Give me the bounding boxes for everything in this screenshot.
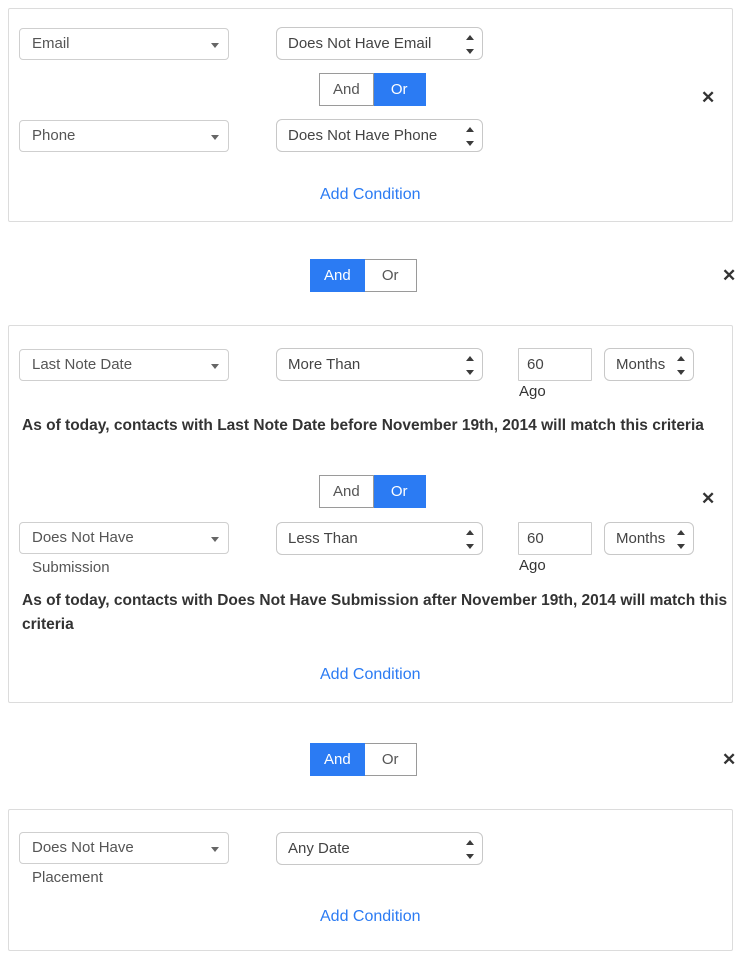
group-join-or-option-2[interactable]: Or	[364, 743, 417, 776]
operator-select-placement-value: Any Date	[288, 840, 350, 857]
amount-input-last-note-date[interactable]: 60	[518, 348, 592, 381]
group-join-and-option-2[interactable]: And	[310, 743, 365, 776]
add-condition-link-group-2[interactable]: Add Condition	[320, 666, 421, 684]
condition-group-1: Email Does Not Have Email And Or Phone D…	[8, 8, 733, 222]
inner-join-and-option-group-1[interactable]: And	[319, 73, 374, 106]
operator-select-submission-value: Less Than	[288, 530, 358, 547]
chevron-down-icon	[211, 135, 219, 140]
unit-select-submission-value: Months	[616, 530, 666, 547]
inner-join-toggle-group-1[interactable]: And Or	[319, 73, 426, 106]
group-join-and-option-1[interactable]: And	[310, 259, 365, 292]
add-condition-link-group-3[interactable]: Add Condition	[320, 908, 421, 926]
spinner-arrows-icon	[466, 127, 475, 146]
operator-select-email[interactable]: Does Not Have Email	[276, 27, 483, 60]
unit-select-last-note-date[interactable]: Months	[604, 348, 694, 381]
spinner-arrows-icon	[466, 356, 475, 375]
field-select-does-not-have-submission[interactable]: Does Not Have Submission	[19, 522, 229, 576]
spinner-arrows-icon	[466, 530, 475, 549]
ago-label-last-note-date: Ago	[519, 383, 546, 400]
group-join-toggle-1[interactable]: And Or	[310, 259, 417, 292]
inner-join-toggle-group-2[interactable]: And Or	[319, 475, 426, 508]
inner-join-or-option-group-1[interactable]: Or	[373, 73, 426, 106]
field-select-last-note-date-value: Last Note Date	[32, 356, 133, 373]
operator-select-submission[interactable]: Less Than	[276, 522, 483, 555]
criteria-description-last-note-date: As of today, contacts with Last Note Dat…	[22, 417, 704, 434]
ago-label-submission: Ago	[519, 557, 546, 574]
operator-select-phone[interactable]: Does Not Have Phone	[276, 119, 483, 152]
operator-select-phone-value: Does Not Have Phone	[288, 127, 438, 144]
field-select-email[interactable]: Email	[19, 28, 229, 60]
remove-condition-row-button-2[interactable]: ✕	[701, 490, 715, 507]
group-join-or-option-1[interactable]: Or	[364, 259, 417, 292]
operator-select-placement[interactable]: Any Date	[276, 832, 483, 865]
add-condition-link-group-1[interactable]: Add Condition	[320, 186, 421, 204]
remove-group-button-1[interactable]: ✕	[722, 267, 736, 284]
unit-select-submission[interactable]: Months	[604, 522, 694, 555]
field-select-does-not-have-submission-value: Does Not Have Submission	[32, 529, 134, 576]
spinner-arrows-icon	[677, 530, 686, 549]
field-select-phone[interactable]: Phone	[19, 120, 229, 152]
field-select-email-value: Email	[32, 35, 70, 52]
field-select-does-not-have-placement[interactable]: Does Not Have Placement	[19, 832, 229, 886]
criteria-description-submission: As of today, contacts with Does Not Have…	[22, 592, 728, 633]
inner-join-or-option-group-2[interactable]: Or	[373, 475, 426, 508]
spinner-arrows-icon	[466, 35, 475, 54]
operator-select-last-note-date-value: More Than	[288, 356, 361, 373]
unit-select-last-note-date-value: Months	[616, 356, 666, 373]
chevron-down-icon	[211, 847, 219, 852]
chevron-down-icon	[211, 43, 219, 48]
condition-group-2: Last Note Date More Than 60 Months Ago A…	[8, 325, 733, 703]
spinner-arrows-icon	[466, 840, 475, 859]
remove-group-button-2[interactable]: ✕	[722, 751, 736, 768]
operator-select-last-note-date[interactable]: More Than	[276, 348, 483, 381]
operator-select-email-value: Does Not Have Email	[288, 35, 432, 52]
chevron-down-icon	[211, 364, 219, 369]
inner-join-and-option-group-2[interactable]: And	[319, 475, 374, 508]
field-select-phone-value: Phone	[32, 127, 76, 144]
remove-condition-row-button-1[interactable]: ✕	[701, 89, 715, 106]
condition-group-3: Does Not Have Placement Any Date Add Con…	[8, 809, 733, 951]
field-select-last-note-date[interactable]: Last Note Date	[19, 349, 229, 381]
chevron-down-icon	[211, 537, 219, 542]
group-join-toggle-2[interactable]: And Or	[310, 743, 417, 776]
spinner-arrows-icon	[677, 356, 686, 375]
field-select-does-not-have-placement-value: Does Not Have Placement	[32, 839, 134, 886]
amount-input-submission[interactable]: 60	[518, 522, 592, 555]
